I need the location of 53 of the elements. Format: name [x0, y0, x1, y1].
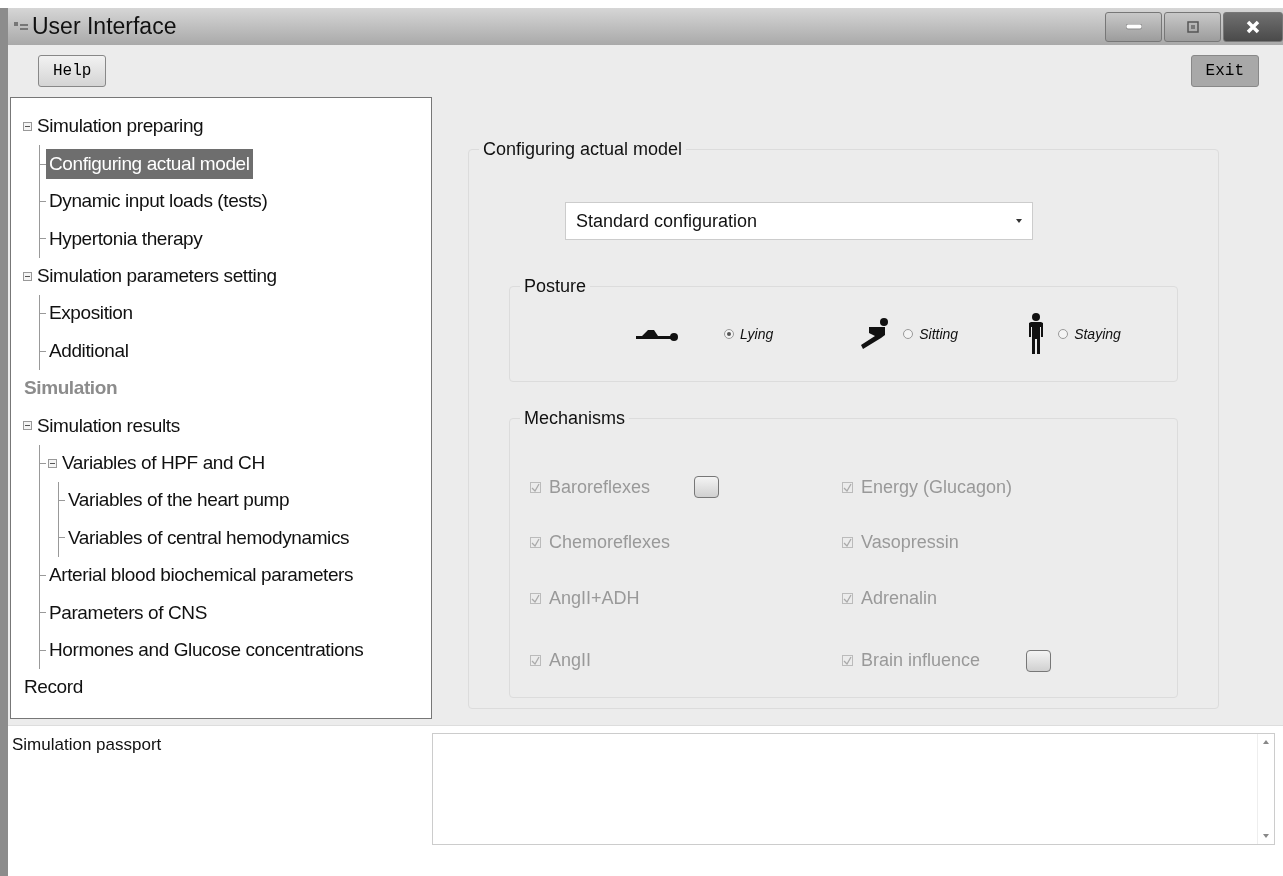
tree-item[interactable]: Variables of the heart pump: [65, 485, 293, 516]
close-button[interactable]: [1223, 11, 1283, 42]
panel-title: Simulation passport: [11, 734, 163, 756]
radio-label: Sitting: [919, 324, 959, 344]
tree-item[interactable]: Simulation parameters setting: [34, 261, 280, 292]
radio-button[interactable]: [724, 329, 734, 339]
lying-figure-icon: [634, 327, 680, 341]
checkbox-label: Brain influence: [861, 649, 981, 672]
standing-figure-icon: [1028, 313, 1045, 355]
settings-button[interactable]: [1026, 649, 1052, 672]
caret-icon: [1016, 219, 1022, 223]
radio-button[interactable]: [1058, 329, 1069, 339]
tree-item[interactable]: Parameters of CNS: [46, 597, 210, 628]
tree-item[interactable]: Variables of HPF and CH: [59, 447, 268, 479]
tree-item[interactable]: Dynamic input loads (tests): [46, 186, 271, 217]
checkbox-label: Vasopressin: [861, 531, 959, 554]
collapse-icon[interactable]: [23, 271, 32, 281]
tree-item[interactable]: Variables of central hemodynamics: [65, 522, 353, 554]
radio-button[interactable]: [903, 329, 914, 339]
checkbox-label: AngII+ADH: [549, 586, 640, 610]
checkbox-label: AngII: [549, 649, 592, 672]
checkbox-label: Baroreflexes: [549, 475, 651, 499]
maximize-button[interactable]: [1164, 11, 1221, 42]
help-button[interactable]: Help: [38, 55, 107, 87]
collapse-icon[interactable]: [23, 421, 32, 431]
radio-label: Lying: [740, 324, 774, 344]
checkbox-label: Chemoreflexes: [549, 531, 671, 554]
minimize-icon: [1125, 23, 1142, 30]
close-icon: [1246, 19, 1260, 34]
radio-label: Staying: [1074, 324, 1121, 344]
tree-item[interactable]: Additional: [46, 335, 132, 367]
scroll-up-icon[interactable]: [1263, 740, 1269, 744]
window-title: User Interface: [32, 12, 177, 42]
minimize-button[interactable]: [1105, 11, 1162, 42]
collapse-icon[interactable]: [48, 458, 57, 468]
checkbox-label: Energy (Glucagon): [861, 475, 1013, 499]
tree-item[interactable]: Hormones and Glucose concentrations: [46, 634, 367, 666]
maximize-icon: [1186, 20, 1199, 33]
sitting-figure-icon: [859, 317, 890, 351]
tree-item[interactable]: Simulation preparing: [34, 111, 207, 142]
tree-item[interactable]: Configuring actual model: [46, 148, 253, 180]
tree-item[interactable]: Hypertonia therapy: [46, 223, 206, 255]
exit-button[interactable]: Exit: [1190, 55, 1259, 87]
scroll-down-icon[interactable]: [1263, 834, 1269, 838]
tree-item[interactable]: Exposition: [46, 298, 136, 329]
settings-button[interactable]: [694, 476, 720, 498]
configuration-dropdown[interactable]: Standard configuration: [565, 202, 1033, 240]
checkbox-label: Adrenalin: [861, 586, 938, 610]
tree-item[interactable]: Simulation results: [34, 410, 183, 442]
app-icon: [14, 20, 28, 33]
tree-item[interactable]: Arterial blood biochemical parameters: [46, 560, 357, 591]
tree-item[interactable]: Record: [21, 672, 86, 703]
collapse-icon[interactable]: [23, 122, 32, 132]
